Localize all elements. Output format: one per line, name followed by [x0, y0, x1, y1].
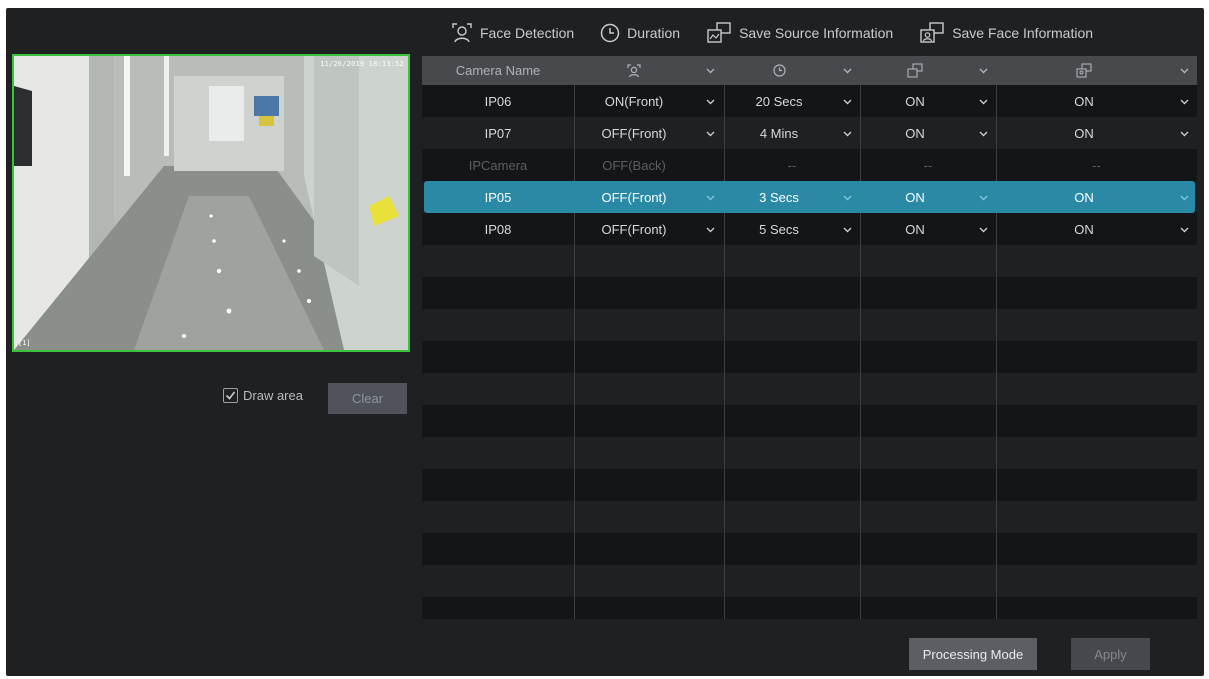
chevron-down-icon[interactable]	[705, 96, 716, 107]
table-row-selected[interactable]: IP05 OFF(Front) 3 Secs ON ON	[424, 181, 1195, 213]
save-source-tool[interactable]: Save Source Information	[705, 21, 893, 45]
save-face-label: Save Face Information	[952, 25, 1094, 41]
chevron-down-icon[interactable]	[1179, 224, 1190, 235]
save-face-icon	[920, 22, 944, 43]
duration-label: Duration	[627, 25, 681, 41]
preview-timestamp: 11/26/2019 18:13:52	[320, 60, 404, 68]
table-row[interactable]: IP08 OFF(Front) 5 Secs ON ON	[422, 213, 1197, 245]
face-detection-icon	[627, 63, 641, 77]
chevron-down-icon[interactable]	[978, 65, 989, 76]
header-duration[interactable]	[724, 56, 834, 85]
chevron-down-icon[interactable]	[978, 224, 989, 235]
chevron-down-icon[interactable]	[705, 224, 716, 235]
camera-settings-table: Camera Name IP06 ON(Front) 20 Secs ON ON…	[422, 56, 1197, 619]
detection-select[interactable]: ON(Front)	[574, 85, 694, 117]
table-stripe	[422, 565, 1197, 597]
chevron-down-icon[interactable]	[978, 96, 989, 107]
duration-value: --	[787, 157, 797, 173]
chevron-down-icon[interactable]	[705, 65, 716, 76]
detection-value: OFF(Back)	[602, 157, 666, 173]
face-detection-label: Face Detection	[480, 25, 575, 41]
save-source-select[interactable]: ON	[860, 213, 970, 245]
chevron-down-icon[interactable]	[705, 192, 716, 203]
table-header: Camera Name	[422, 56, 1197, 85]
duration-select[interactable]: 4 Mins	[724, 117, 834, 149]
table-row[interactable]: IP07 OFF(Front) 4 Mins ON ON	[422, 117, 1197, 149]
chevron-down-icon[interactable]	[1179, 192, 1190, 203]
processing-mode-button[interactable]: Processing Mode	[909, 638, 1037, 670]
chevron-down-icon[interactable]	[1179, 96, 1190, 107]
save-source-icon	[707, 22, 731, 43]
clear-button[interactable]: Clear	[328, 383, 407, 414]
duration-select[interactable]: 3 Secs	[724, 181, 834, 213]
header-save-face[interactable]	[996, 56, 1172, 85]
table-row[interactable]: IP06 ON(Front) 20 Secs ON ON	[422, 85, 1197, 117]
save-face-select[interactable]: ON	[996, 181, 1172, 213]
chevron-down-icon[interactable]	[842, 96, 853, 107]
preview-channel-label: [1]	[18, 339, 31, 347]
table-stripe	[422, 245, 1197, 277]
save-source-select[interactable]: ON	[860, 85, 970, 117]
save-source-select[interactable]: ON	[860, 181, 970, 213]
face-detection-tool[interactable]: Face Detection	[450, 21, 574, 45]
apply-button[interactable]: Apply	[1071, 638, 1150, 670]
face-detection-icon	[452, 23, 472, 43]
save-face-value: --	[1092, 157, 1101, 173]
save-face-select[interactable]: ON	[996, 117, 1172, 149]
chevron-down-icon[interactable]	[978, 192, 989, 203]
camera-name-cell: IP07	[484, 125, 512, 141]
table-stripe	[422, 309, 1197, 341]
camera-name-cell: IP06	[484, 93, 512, 109]
camera-preview[interactable]: 11/26/2019 18:13:52 [1]	[12, 54, 410, 352]
save-source-label: Save Source Information	[739, 25, 894, 41]
draw-area-checkbox[interactable]: Draw area	[223, 388, 303, 403]
camera-name-cell: IPCamera	[468, 157, 528, 173]
save-face-select[interactable]: ON	[996, 213, 1172, 245]
corridor-scene-image	[14, 56, 408, 350]
chevron-down-icon[interactable]	[1179, 65, 1190, 76]
header-save-source[interactable]	[860, 56, 970, 85]
checkbox-checked-icon[interactable]	[223, 388, 238, 403]
duration-select[interactable]: 5 Secs	[724, 213, 834, 245]
header-camera-name[interactable]: Camera Name	[422, 56, 574, 85]
table-stripe	[422, 373, 1197, 405]
chevron-down-icon[interactable]	[842, 65, 853, 76]
detection-select[interactable]: OFF(Front)	[574, 213, 694, 245]
chevron-down-icon[interactable]	[705, 128, 716, 139]
table-stripe	[422, 501, 1197, 533]
header-face-detection[interactable]	[574, 56, 694, 85]
chevron-down-icon[interactable]	[842, 128, 853, 139]
camera-name-cell: IP08	[484, 221, 512, 237]
chevron-down-icon[interactable]	[842, 192, 853, 203]
chevron-down-icon[interactable]	[978, 128, 989, 139]
table-stripe	[422, 437, 1197, 469]
toolbar: Face Detection Duration Save Source Info…	[450, 20, 1093, 46]
clock-icon	[772, 64, 786, 77]
detection-select[interactable]: OFF(Front)	[574, 117, 694, 149]
duration-tool[interactable]: Duration	[599, 22, 680, 44]
duration-select[interactable]: 20 Secs	[724, 85, 834, 117]
chevron-down-icon[interactable]	[1179, 128, 1190, 139]
face-detection-settings-panel: 11/26/2019 18:13:52 [1] Draw area Clear …	[6, 8, 1204, 676]
draw-area-label: Draw area	[243, 388, 303, 403]
table-row: IPCamera OFF(Back) -- -- --	[422, 149, 1197, 181]
detection-select[interactable]: OFF(Front)	[574, 181, 694, 213]
save-source-icon	[907, 62, 923, 78]
camera-name-cell: IP05	[484, 189, 512, 205]
clock-icon	[600, 23, 620, 43]
save-face-select[interactable]: ON	[996, 85, 1172, 117]
save-source-value: --	[923, 157, 933, 173]
save-source-select[interactable]: ON	[860, 117, 970, 149]
save-face-tool[interactable]: Save Face Information	[918, 21, 1093, 45]
save-face-icon	[1076, 62, 1092, 78]
chevron-down-icon[interactable]	[842, 224, 853, 235]
